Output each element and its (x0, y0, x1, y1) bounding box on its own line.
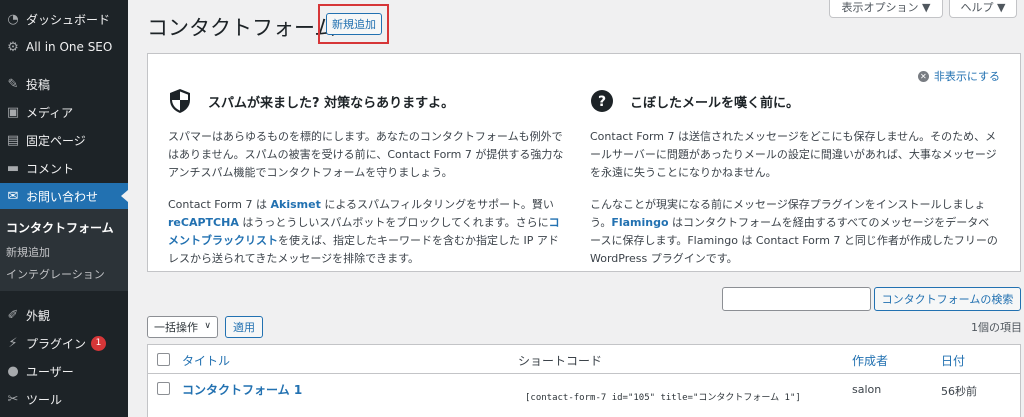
page-title: コンタクトフォーム (147, 16, 336, 40)
user-icon: ● (7, 363, 19, 379)
sidebar-item-posts[interactable]: ✎ 投稿 (0, 71, 128, 97)
spam-heading: スパムが来ました? 対策ならありますよ。 (208, 95, 455, 111)
shortcode-text[interactable]: [contact-form-7 id="105" title="コンタクトフォー… (525, 390, 801, 403)
gear-icon: ⚙ (7, 39, 19, 55)
sidebar-item-label: 投稿 (26, 77, 51, 92)
sidebar-item-label: 固定ページ (26, 133, 86, 148)
dashboard-icon: ◔ (7, 11, 19, 27)
sidebar-item-pages[interactable]: ▤ 固定ページ (0, 127, 128, 153)
akismet-link[interactable]: Akismet (271, 198, 321, 211)
column-shortcode: ショートコード (518, 354, 603, 368)
help-circle-icon: ? (591, 90, 613, 112)
sidebar-item-label: ユーザー (26, 364, 74, 379)
sidebar-item-label: ダッシュボード (26, 12, 111, 27)
spam-text-2: Contact Form 7 は Akismet によるスパムフィルタリングをサ… (168, 198, 560, 265)
form-title-link[interactable]: コンタクトフォーム 1 (182, 381, 302, 398)
submenu-item-add-new[interactable]: 新規追加 (6, 244, 50, 260)
dismiss-label: 非表示にする (933, 70, 1000, 83)
update-count-badge: 1 (91, 335, 107, 351)
sidebar-item-label: メディア (26, 105, 74, 120)
pin-icon: ✎ (7, 76, 19, 92)
apply-button[interactable]: 適用 (225, 316, 263, 338)
plugin-icon: ⚡ (8, 335, 18, 351)
contact-submenu: コンタクトフォーム 新規追加 インテグレーション (0, 209, 128, 291)
sidebar-item-tools[interactable]: ✂ ツール (0, 386, 128, 412)
sidebar-item-dashboard[interactable]: ◔ ダッシュボード (0, 6, 128, 32)
mail-heading: こぼしたメールを嘆く前に。 (630, 95, 800, 111)
row-checkbox[interactable] (157, 382, 170, 395)
sidebar-item-label: コメント (26, 161, 75, 176)
column-author[interactable]: 作成者 (852, 352, 888, 369)
search-button[interactable]: コンタクトフォームの検索 (874, 287, 1021, 311)
mail-text-1: Contact Form 7 は送信されたメッセージをどこにも保存しません。その… (590, 130, 997, 179)
mail-text-2: こんなことが現実になる前にメッセージ保存プラグインをインストールしましょう。Fl… (590, 198, 998, 265)
chevron-down-icon: ∨ (204, 321, 211, 331)
comment-icon: ▬ (6, 160, 20, 176)
dismiss-link[interactable]: ✕ 非表示にする (917, 68, 1000, 84)
spam-text-1: スパマーはあらゆるものを標的にします。あなたのコンタクトフォームも例外ではありま… (168, 130, 564, 179)
search-input[interactable] (722, 287, 871, 311)
column-title[interactable]: タイトル (182, 352, 230, 369)
submenu-item-integration[interactable]: インテグレーション (6, 266, 105, 282)
media-icon: ▣ (6, 104, 20, 120)
flamingo-link[interactable]: Flamingo (611, 216, 668, 229)
recaptcha-link[interactable]: reCAPTCHA (168, 216, 239, 229)
sidebar-item-label: 外観 (26, 308, 51, 323)
screen-options-button[interactable]: 表示オプション ▼ (829, 0, 943, 18)
forms-table: タイトル ショートコード 作成者 日付 コンタクトフォーム 1 [contact… (147, 344, 1021, 417)
sidebar-item-media[interactable]: ▣ メディア (0, 99, 128, 125)
bulk-action-select[interactable]: 一括操作 ∨ (147, 316, 218, 338)
sidebar-item-label: All in One SEO (26, 40, 113, 54)
sidebar-item-seo[interactable]: ⚙ All in One SEO (0, 34, 128, 60)
shield-icon (170, 89, 190, 113)
sidebar-item-label: プラグイン (26, 336, 87, 351)
add-new-button[interactable]: 新規追加 (326, 13, 382, 35)
admin-sidebar: ◔ ダッシュボード ⚙ All in One SEO ✎ 投稿 ▣ メディア ▤… (0, 0, 128, 417)
mail-column: ? こぼしたメールを嘆く前に。 Contact Form 7 は送信されたメッセ… (590, 88, 998, 268)
author-cell: salon (852, 383, 882, 396)
spam-column: スパムが来ました? 対策ならありますよ。 スパマーはあらゆるものを標的にします。… (168, 88, 568, 268)
item-count: 1個の項目 (971, 321, 1022, 334)
sidebar-item-comments[interactable]: ▬ コメント (0, 155, 128, 181)
sidebar-item-label: お問い合わせ (26, 189, 99, 204)
date-cell: 56秒前 (941, 385, 977, 398)
close-icon: ✕ (917, 70, 929, 82)
bulk-action-value: 一括操作 (154, 321, 198, 334)
sidebar-item-appearance[interactable]: ✐ 外観 (0, 302, 128, 328)
sidebar-item-plugins[interactable]: ⚡ プラグイン 1 (0, 330, 128, 356)
brush-icon: ✐ (7, 307, 19, 323)
mail-icon: ✉ (7, 188, 19, 204)
select-all-checkbox[interactable] (157, 353, 170, 366)
column-date[interactable]: 日付 (941, 352, 965, 369)
sidebar-item-label: ツール (26, 392, 63, 407)
table-header: タイトル ショートコード 作成者 日付 (148, 345, 1020, 374)
wrench-icon: ✂ (7, 391, 19, 407)
welcome-panel: ✕ 非表示にする スパムが来ました? 対策ならありますよ。 スパマーはあらゆるも… (147, 53, 1021, 272)
sidebar-item-contact[interactable]: ✉ お問い合わせ (0, 183, 128, 209)
svg-text:?: ? (598, 94, 606, 110)
sidebar-item-users[interactable]: ● ユーザー (0, 358, 128, 384)
submenu-item-forms[interactable]: コンタクトフォーム (6, 219, 114, 236)
help-button[interactable]: ヘルプ ▼ (949, 0, 1017, 18)
page-icon: ▤ (6, 132, 20, 148)
